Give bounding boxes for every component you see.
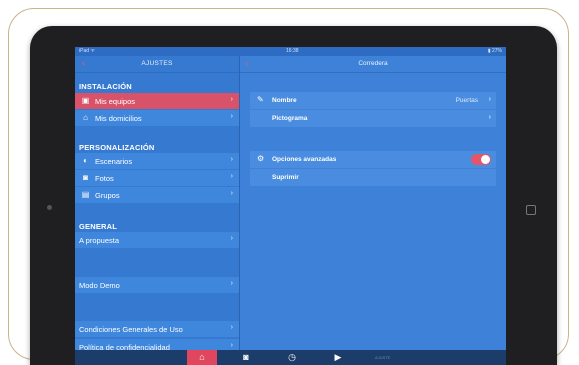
name-value: Puertas	[455, 97, 478, 104]
home-icon: ⌂	[199, 352, 205, 362]
groups-icon: ▤	[81, 190, 90, 199]
section-header-instalacion: INSTALACIÓN	[79, 82, 132, 91]
section-header-general: GENERAL	[79, 222, 118, 231]
chevron-right-icon: ›	[230, 280, 233, 287]
sidebar-item-mis-domicilios[interactable]: ⌂ Mis domicilios ›	[75, 110, 239, 126]
bottom-tab-bar: ⌂ ◙ ◷ ▶ AJUSTE	[75, 350, 506, 365]
tab-bar-small-text: AJUSTE	[375, 355, 391, 360]
scenario-icon: ◐	[83, 156, 88, 165]
detail-navbar: ‹ Corredera	[240, 56, 506, 73]
camera-icon: ◙	[243, 352, 249, 362]
clock-icon: ◷	[288, 352, 296, 362]
sidebar-item-label: A propuesta	[79, 235, 120, 245]
status-bar: iPad ᯤ 16:38 ▮ 27%	[75, 47, 506, 56]
advanced-options-row: ⚙ Opciones avanzadas	[250, 151, 496, 168]
sidebar-item-fotos[interactable]: ◙ Fotos ›	[75, 170, 239, 186]
sidebar-item-mis-equipos[interactable]: ▣ Mis equipos ›	[75, 93, 239, 109]
sidebar-item-grupos[interactable]: ▤ Grupos ›	[75, 187, 239, 203]
tab-clock[interactable]: ◷	[277, 350, 307, 365]
sidebar-item-escenarios[interactable]: ◐ Escenarios ›	[75, 153, 239, 169]
advanced-group: ⚙ Opciones avanzadas Suprimir	[250, 151, 496, 186]
camera-icon: ◙	[83, 173, 88, 182]
battery-indicator: ▮ 27%	[487, 48, 502, 54]
pictogram-row[interactable]: Pictograma ›	[250, 109, 496, 127]
home-icon: ⌂	[83, 113, 88, 122]
advanced-options-label: Opciones avanzadas	[272, 156, 337, 163]
status-time: 16:38	[286, 48, 299, 54]
play-icon: ▶	[334, 352, 342, 362]
tab-camera[interactable]: ◙	[231, 350, 261, 365]
sidebar-navbar: ‹ AJUSTES	[75, 56, 239, 73]
chevron-right-icon: ›	[230, 324, 233, 331]
chevron-right-icon: ›	[230, 96, 233, 103]
hardware-home-button[interactable]	[526, 205, 536, 215]
chevron-right-icon: ›	[488, 96, 491, 103]
detail-panel: ‹ Corredera ✎ Nombre Puertas › Pictogram…	[240, 56, 506, 365]
detail-title: Corredera	[358, 60, 388, 67]
sidebar-item-label: Fotos	[95, 173, 114, 183]
app-screen: iPad ᯤ 16:38 ▮ 27% ‹ AJUSTES INSTALACIÓN…	[75, 47, 506, 365]
chevron-right-icon: ›	[230, 190, 233, 197]
front-camera	[47, 205, 52, 210]
sidebar-item-label: Grupos	[95, 190, 120, 200]
delete-label: Suprimir	[272, 174, 299, 181]
pictogram-label: Pictograma	[272, 115, 308, 122]
section-header-personalizacion: PERSONALIZACIÓN	[79, 143, 155, 152]
carrier-label: iPad ᯤ	[79, 48, 95, 54]
sidebar-item-modo-demo[interactable]: Modo Demo ›	[75, 277, 239, 293]
sidebar-item-label: Escenarios	[95, 156, 133, 166]
pencil-icon: ✎	[257, 95, 264, 104]
sidebar-item-condiciones[interactable]: Condiciones Generales de Uso ›	[75, 321, 239, 337]
tab-play[interactable]: ▶	[323, 350, 353, 365]
tab-home[interactable]: ⌂	[187, 350, 217, 365]
sidebar-item-label: Mis domicilios	[95, 113, 142, 123]
chevron-right-icon: ›	[488, 114, 491, 121]
chevron-right-icon: ›	[230, 173, 233, 180]
toggle-knob	[481, 155, 490, 164]
name-row[interactable]: ✎ Nombre Puertas ›	[250, 92, 496, 109]
chevron-right-icon: ›	[230, 156, 233, 163]
chevron-right-icon: ›	[230, 342, 233, 349]
chevron-right-icon: ›	[230, 235, 233, 242]
advanced-options-toggle[interactable]	[471, 154, 491, 165]
sidebar-item-a-propuesta[interactable]: A propuesta ›	[75, 232, 239, 248]
sidebar-item-label: Modo Demo	[79, 280, 120, 290]
device-settings-group: ✎ Nombre Puertas › Pictograma ›	[250, 92, 496, 127]
name-label: Nombre	[272, 97, 297, 104]
settings-sidebar: ‹ AJUSTES INSTALACIÓN ▣ Mis equipos › ⌂ …	[75, 56, 239, 365]
devices-icon: ▣	[81, 96, 90, 105]
sidebar-item-label: Condiciones Generales de Uso	[79, 324, 183, 334]
sidebar-title: AJUSTES	[141, 60, 173, 67]
gear-icon: ⚙	[257, 154, 265, 163]
delete-row[interactable]: Suprimir	[250, 168, 496, 186]
sidebar-item-label: Mis equipos	[95, 96, 136, 106]
chevron-right-icon: ›	[230, 113, 233, 120]
